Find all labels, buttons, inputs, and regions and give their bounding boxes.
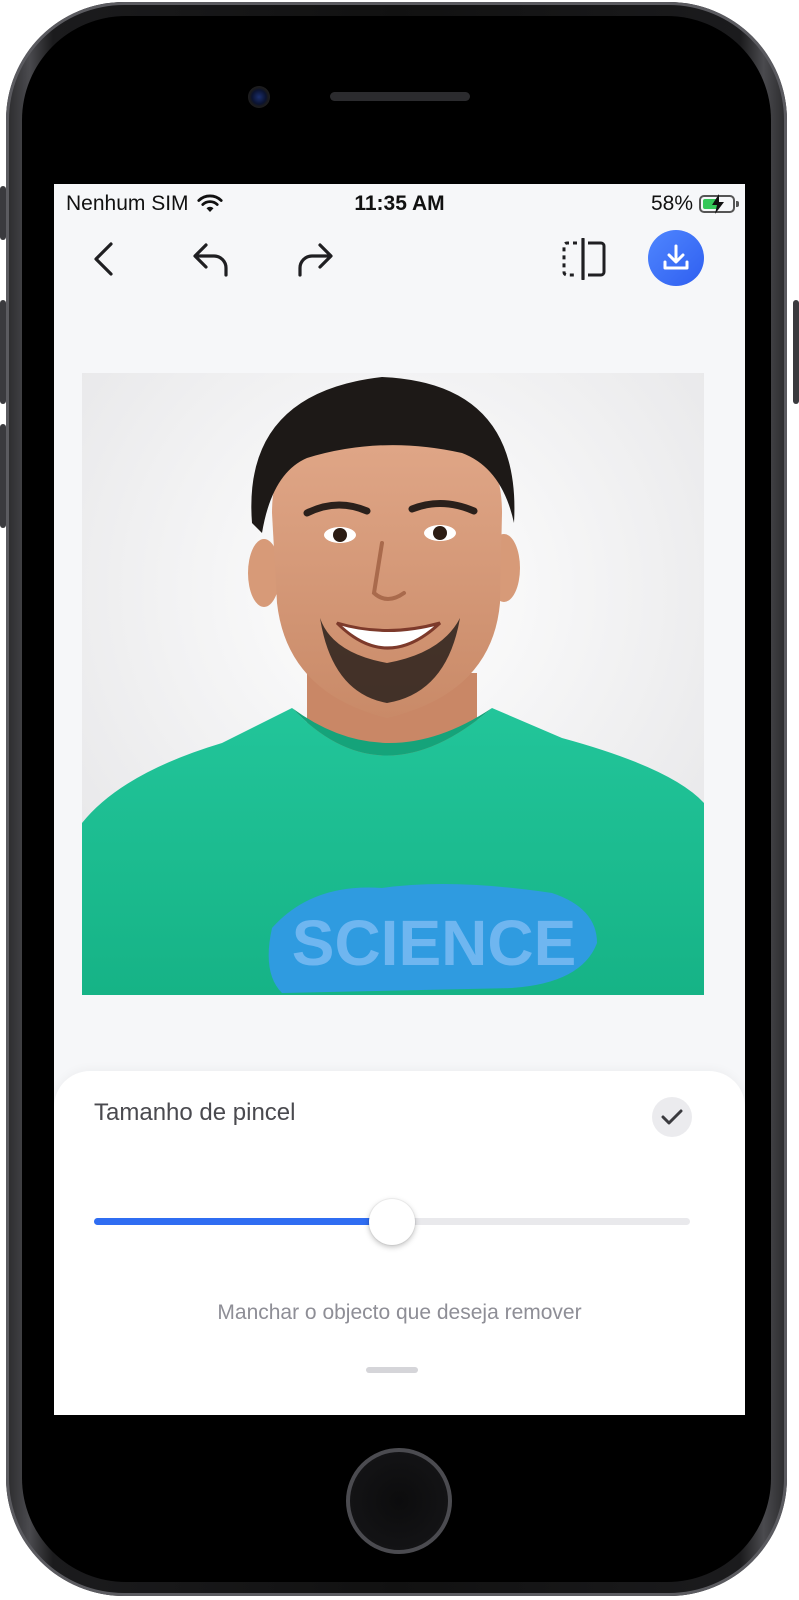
silent-switch bbox=[0, 186, 6, 240]
status-right: 58% bbox=[650, 192, 739, 216]
download-icon bbox=[663, 244, 689, 270]
compare-split-icon bbox=[562, 238, 606, 280]
hint-text: Manchar o objecto que deseja remover bbox=[217, 1301, 582, 1324]
compare-button[interactable] bbox=[554, 224, 614, 294]
undo-button[interactable] bbox=[182, 224, 242, 294]
app-screen: Nenhum SIM 11:35 AM 58% SCIENCE Tamanho … bbox=[54, 184, 745, 1415]
charging-bolt-icon bbox=[712, 194, 724, 214]
power-button bbox=[793, 300, 799, 404]
status-time: 11:35 AM bbox=[354, 192, 445, 215]
undo-icon bbox=[193, 243, 228, 277]
slider-thumb[interactable] bbox=[369, 1199, 415, 1245]
battery-percent: 58% bbox=[650, 192, 693, 215]
home-button[interactable] bbox=[346, 1448, 452, 1554]
edit-canvas-photo[interactable]: SCIENCE bbox=[82, 373, 704, 995]
earpiece-speaker bbox=[330, 92, 470, 101]
slider-fill bbox=[94, 1218, 392, 1225]
download-button[interactable] bbox=[648, 230, 704, 286]
confirm-button[interactable] bbox=[652, 1097, 692, 1137]
volume-down-button bbox=[0, 424, 6, 528]
front-camera bbox=[248, 86, 270, 108]
back-button[interactable] bbox=[74, 224, 134, 294]
volume-up-button bbox=[0, 300, 6, 404]
brush-size-sheet: Tamanho de pincel Manchar o objecto que … bbox=[54, 1071, 745, 1415]
toolbar bbox=[54, 224, 745, 294]
status-bar: Nenhum SIM 11:35 AM 58% bbox=[54, 184, 745, 224]
redo-button[interactable] bbox=[284, 224, 344, 294]
sheet-title: Tamanho de pincel bbox=[94, 1099, 296, 1126]
battery-icon bbox=[699, 194, 739, 214]
battery-cap bbox=[736, 201, 739, 207]
shirt-text: SCIENCE bbox=[292, 907, 577, 979]
checkmark-icon bbox=[661, 1109, 683, 1125]
redo-icon bbox=[298, 243, 333, 277]
sheet-drag-handle[interactable] bbox=[366, 1367, 418, 1373]
portrait-image: SCIENCE bbox=[82, 373, 704, 995]
chevron-left-icon bbox=[94, 242, 113, 276]
brush-size-slider[interactable] bbox=[94, 1199, 690, 1245]
